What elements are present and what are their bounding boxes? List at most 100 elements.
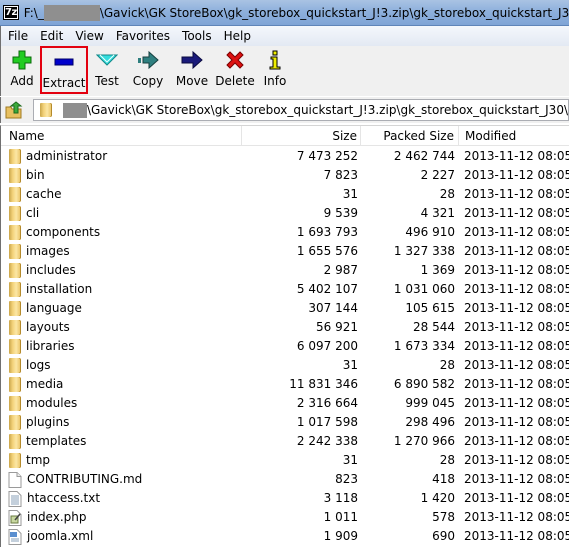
file-row[interactable]: media 11 831 346 6 890 582 2013-11-12 08…	[1, 375, 569, 394]
folder-icon	[9, 282, 21, 297]
copy-label: Copy	[132, 74, 164, 88]
folder-icon	[9, 187, 21, 202]
file-row[interactable]: cli 9 539 4 321 2013-11-12 08:05	[1, 204, 569, 223]
file-row[interactable]: administrator 7 473 252 2 462 744 2013-1…	[1, 147, 569, 166]
file-row[interactable]: plugins 1 017 598 298 496 2013-11-12 08:…	[1, 413, 569, 432]
file-packed-size: 4 321	[420, 206, 455, 220]
file-row[interactable]: bin 7 823 2 227 2013-11-12 08:05	[1, 166, 569, 185]
info-button[interactable]: Info	[256, 46, 294, 94]
file-list: Name Size Packed Size Modified administr…	[0, 125, 569, 547]
toolbar: Add Extract Test Copy Move Delete Info	[0, 46, 569, 96]
folder-icon	[9, 320, 21, 335]
title-prefix: F:\_	[23, 5, 44, 20]
file-row[interactable]: index.php 1 011 578 2013-11-12 08:05	[1, 508, 569, 527]
file-packed-size: 2 227	[420, 168, 455, 182]
file-modified: 2013-11-12 08:05	[464, 453, 569, 467]
file-size: 6 097 200	[296, 339, 358, 353]
file-row[interactable]: CONTRIBUTING.md 823 418 2013-11-12 08:05	[1, 470, 569, 489]
folder-icon	[9, 434, 21, 449]
up-folder-button[interactable]	[1, 99, 27, 121]
file-packed-size: 28	[439, 453, 455, 467]
file-name: cache	[26, 187, 62, 201]
file-name: joomla.xml	[27, 529, 94, 543]
move-button[interactable]: Move	[170, 46, 214, 94]
file-row[interactable]: images 1 655 576 1 327 338 2013-11-12 08…	[1, 242, 569, 261]
folder-icon	[9, 396, 21, 411]
file-row[interactable]: tmp 31 28 2013-11-12 08:05	[1, 451, 569, 470]
file-icon	[7, 471, 23, 488]
file-name: templates	[26, 434, 87, 448]
file-name: CONTRIBUTING.md	[27, 472, 143, 486]
file-packed-size: 578	[432, 510, 455, 524]
folder-icon	[9, 206, 21, 221]
file-size: 2 316 664	[296, 396, 358, 410]
file-row[interactable]: modules 2 316 664 999 045 2013-11-12 08:…	[1, 394, 569, 413]
file-row[interactable]: libraries 6 097 200 1 673 334 2013-11-12…	[1, 337, 569, 356]
file-packed-size: 28	[439, 187, 455, 201]
folder-icon	[9, 168, 21, 183]
column-header-size[interactable]: Size	[242, 126, 361, 145]
file-row[interactable]: includes 2 987 1 369 2013-11-12 08:05	[1, 261, 569, 280]
file-size: 7 823	[323, 168, 358, 182]
file-packed-size: 2 462 744	[393, 149, 455, 163]
file-packed-size: 105 615	[405, 301, 455, 315]
copy-button[interactable]: Copy	[126, 46, 170, 94]
menu-help[interactable]: Help	[218, 26, 257, 46]
file-modified: 2013-11-12 08:05	[464, 529, 569, 543]
file-modified: 2013-11-12 08:05	[464, 396, 569, 410]
extract-button[interactable]: Extract	[40, 46, 88, 94]
file-size: 1 011	[323, 510, 358, 524]
file-size: 56 921	[316, 320, 358, 334]
move-label: Move	[175, 74, 209, 88]
file-packed-size: 1 420	[420, 491, 455, 505]
column-header-packed-size[interactable]: Packed Size	[361, 126, 459, 145]
folder-icon	[9, 244, 21, 259]
file-row[interactable]: layouts 56 921 28 544 2013-11-12 08:05	[1, 318, 569, 337]
folder-icon	[9, 377, 21, 392]
path-input[interactable]: \Gavick\GK StoreBox\gk_storebox_quicksta…	[33, 99, 569, 121]
column-header-modified[interactable]: Modified	[459, 126, 569, 145]
menu-tools[interactable]: Tools	[176, 26, 218, 46]
file-row[interactable]: htaccess.txt 3 118 1 420 2013-11-12 08:0…	[1, 489, 569, 508]
file-row[interactable]: components 1 693 793 496 910 2013-11-12 …	[1, 223, 569, 242]
file-modified: 2013-11-12 08:05	[464, 472, 569, 486]
copy-arrow-icon	[137, 50, 159, 70]
file-modified: 2013-11-12 08:05	[464, 149, 569, 163]
file-modified: 2013-11-12 08:05	[464, 301, 569, 315]
xml-file-icon	[7, 528, 23, 545]
file-row[interactable]: logs 31 28 2013-11-12 08:05	[1, 356, 569, 375]
file-name: tmp	[26, 453, 51, 467]
file-row[interactable]: templates 2 242 338 1 270 966 2013-11-12…	[1, 432, 569, 451]
file-modified: 2013-11-12 08:05	[464, 377, 569, 391]
menu-favorites[interactable]: Favorites	[110, 26, 176, 46]
test-button[interactable]: Test	[88, 46, 126, 94]
7zip-app-icon[interactable]: 7z	[3, 5, 19, 20]
menu-file[interactable]: File	[1, 26, 34, 46]
file-modified: 2013-11-12 08:05	[464, 225, 569, 239]
menu-view[interactable]: View	[69, 26, 109, 46]
file-packed-size: 28 544	[413, 320, 455, 334]
file-row[interactable]: cache 31 28 2013-11-12 08:05	[1, 185, 569, 204]
up-folder-icon	[5, 101, 23, 119]
folder-icon	[40, 103, 52, 117]
file-row[interactable]: language 307 144 105 615 2013-11-12 08:0…	[1, 299, 569, 318]
file-size: 823	[335, 472, 358, 486]
file-row[interactable]: joomla.xml 1 909 690 2013-11-12 08:05	[1, 527, 569, 546]
file-name: installation	[26, 282, 93, 296]
column-header-name[interactable]: Name	[1, 126, 242, 145]
address-bar: \Gavick\GK StoreBox\gk_storebox_quicksta…	[0, 97, 569, 123]
folder-icon	[9, 453, 21, 468]
extract-label: Extract	[42, 76, 86, 90]
add-button[interactable]: Add	[6, 46, 38, 94]
delete-button[interactable]: Delete	[214, 46, 256, 94]
menu-edit[interactable]: Edit	[34, 26, 69, 46]
file-name: includes	[26, 263, 76, 277]
file-packed-size: 6 890 582	[393, 377, 455, 391]
file-name: bin	[26, 168, 45, 182]
file-size: 31	[342, 358, 358, 372]
file-modified: 2013-11-12 08:05	[464, 263, 569, 277]
file-row[interactable]: installation 5 402 107 1 031 060 2013-11…	[1, 280, 569, 299]
file-modified: 2013-11-12 08:05	[464, 206, 569, 220]
plus-icon	[11, 50, 33, 70]
file-packed-size: 298 496	[405, 415, 455, 429]
